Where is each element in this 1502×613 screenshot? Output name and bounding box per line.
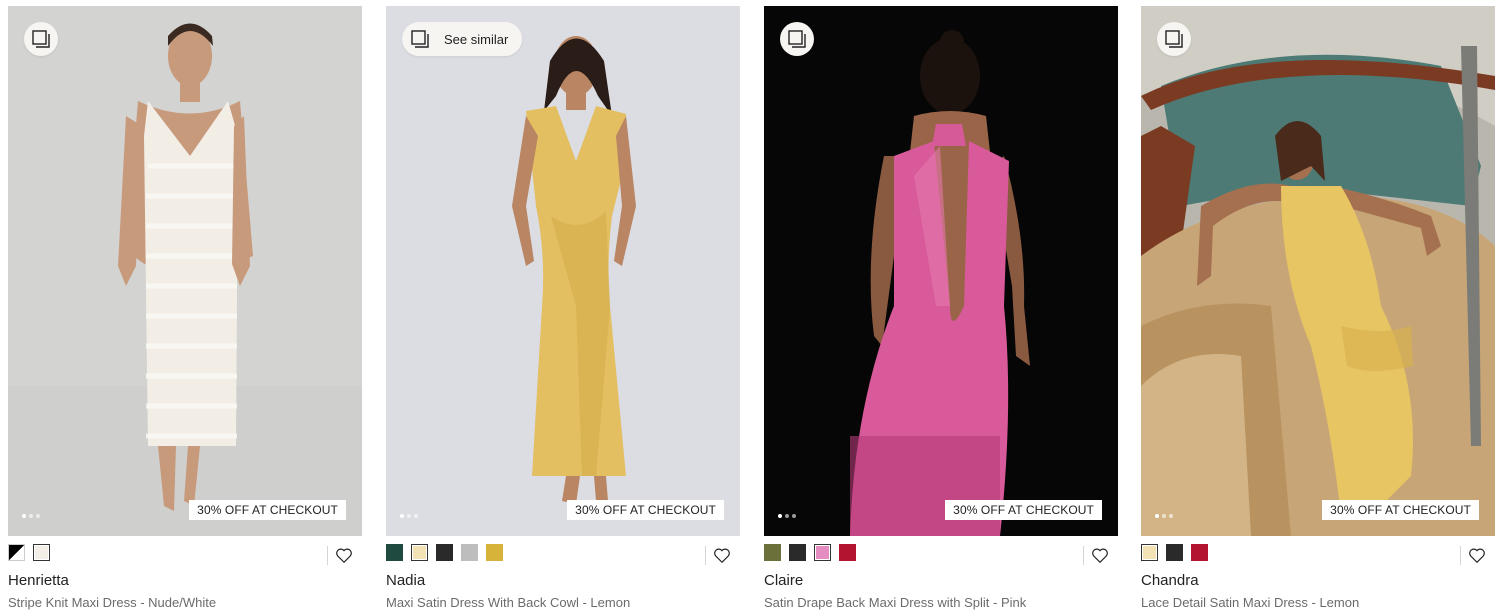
image-carousel-dots[interactable]: [22, 514, 40, 518]
color-swatches: [8, 544, 50, 561]
product-card-henrietta[interactable]: 30% OFF AT CHECKOUT Henrietta Stripe Kni…: [8, 6, 362, 613]
swatch-lemon-light[interactable]: [411, 544, 428, 561]
swatch-nude[interactable]: [33, 544, 50, 561]
product-meta: Claire Satin Drape Back Maxi Dress with …: [764, 536, 1118, 613]
product-photo: [1141, 6, 1495, 536]
swatch-black[interactable]: [789, 544, 806, 561]
product-description[interactable]: Satin Drape Back Maxi Dress with Split -…: [764, 595, 1026, 610]
product-photo: [764, 6, 1118, 536]
divider: [327, 546, 328, 565]
product-card-chandra[interactable]: 30% OFF AT CHECKOUT Chandra Lace Detail …: [1141, 6, 1495, 613]
image-carousel-dots[interactable]: [400, 514, 418, 518]
swatch-black[interactable]: [1166, 544, 1183, 561]
product-card-claire[interactable]: 30% OFF AT CHECKOUT Claire Satin Drape B…: [764, 6, 1118, 613]
product-image[interactable]: 30% OFF AT CHECKOUT: [764, 6, 1118, 536]
product-image[interactable]: 30% OFF AT CHECKOUT: [8, 6, 362, 536]
product-name[interactable]: Nadia: [386, 572, 425, 589]
swatch-green[interactable]: [386, 544, 403, 561]
color-swatches: [386, 544, 503, 561]
product-image[interactable]: See similar 30% OFF AT CHECKOUT: [386, 6, 740, 536]
color-swatches: [1141, 544, 1208, 561]
product-image[interactable]: 30% OFF AT CHECKOUT: [1141, 6, 1495, 536]
product-name[interactable]: Henrietta: [8, 572, 69, 589]
product-description[interactable]: Maxi Satin Dress With Back Cowl - Lemon: [386, 595, 630, 610]
promo-badge: 30% OFF AT CHECKOUT: [1322, 500, 1479, 520]
heart-icon[interactable]: [1468, 547, 1486, 564]
product-meta: Nadia Maxi Satin Dress With Back Cowl - …: [386, 536, 740, 613]
swatch-red[interactable]: [1191, 544, 1208, 561]
see-similar-icon: [788, 30, 806, 48]
swatch-mustard[interactable]: [486, 544, 503, 561]
swatch-red[interactable]: [839, 544, 856, 561]
promo-badge: 30% OFF AT CHECKOUT: [945, 500, 1102, 520]
product-name[interactable]: Chandra: [1141, 572, 1199, 589]
image-carousel-dots[interactable]: [778, 514, 796, 518]
product-photo: [386, 6, 740, 536]
product-meta: Henrietta Stripe Knit Maxi Dress - Nude/…: [8, 536, 362, 613]
product-meta: Chandra Lace Detail Satin Maxi Dress - L…: [1141, 536, 1495, 613]
product-photo: [8, 6, 362, 536]
color-swatches: [764, 544, 856, 561]
promo-badge: 30% OFF AT CHECKOUT: [189, 500, 346, 520]
swatch-black[interactable]: [436, 544, 453, 561]
see-similar-label: See similar: [444, 31, 509, 47]
see-similar-button[interactable]: [1157, 22, 1191, 56]
see-similar-button[interactable]: [24, 22, 58, 56]
product-grid: 30% OFF AT CHECKOUT Henrietta Stripe Kni…: [0, 0, 1502, 613]
image-carousel-dots[interactable]: [1155, 514, 1173, 518]
promo-badge: 30% OFF AT CHECKOUT: [567, 500, 724, 520]
product-description[interactable]: Stripe Knit Maxi Dress - Nude/White: [8, 595, 216, 610]
divider: [1083, 546, 1084, 565]
see-similar-icon: [1165, 30, 1183, 48]
divider: [705, 546, 706, 565]
see-similar-icon: [411, 30, 429, 48]
see-similar-button[interactable]: [780, 22, 814, 56]
swatch-pink[interactable]: [814, 544, 831, 561]
product-card-nadia[interactable]: See similar 30% OFF AT CHECKOUT Nadia Ma…: [386, 6, 740, 613]
product-description[interactable]: Lace Detail Satin Maxi Dress - Lemon: [1141, 595, 1359, 610]
heart-icon[interactable]: [1091, 547, 1109, 564]
swatch-black-white[interactable]: [8, 544, 25, 561]
see-similar-button[interactable]: See similar: [402, 22, 523, 56]
swatch-olive[interactable]: [764, 544, 781, 561]
heart-icon[interactable]: [335, 547, 353, 564]
swatch-grey[interactable]: [461, 544, 478, 561]
see-similar-icon: [32, 30, 50, 48]
heart-icon[interactable]: [713, 547, 731, 564]
swatch-lemon-light[interactable]: [1141, 544, 1158, 561]
product-name[interactable]: Claire: [764, 572, 803, 589]
divider: [1460, 546, 1461, 565]
